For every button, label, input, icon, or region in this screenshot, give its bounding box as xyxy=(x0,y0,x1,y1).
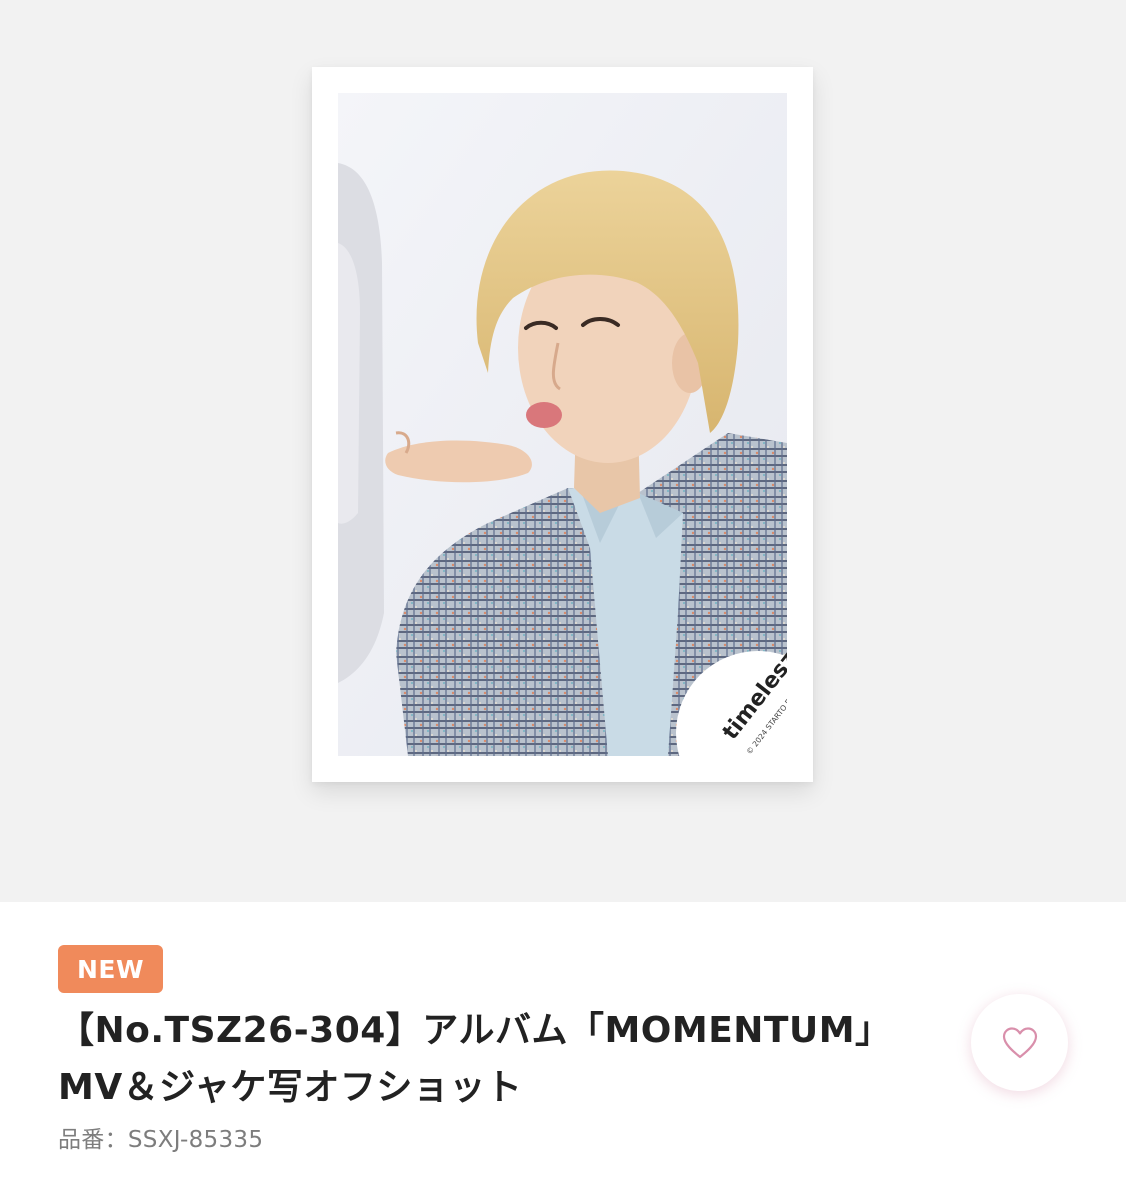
product-code-label: 品番： xyxy=(58,1127,128,1153)
product-title: 【No.TSZ26-304】アルバム「MOMENTUM」MV＆ジャケ写オフショッ… xyxy=(58,1010,892,1108)
product-code-value: SSXJ-85335 xyxy=(127,1127,264,1153)
favorite-button[interactable] xyxy=(971,994,1068,1091)
photo-print-card: timelesz © 2024 STARTO ENTs Inc. xyxy=(312,67,813,782)
product-photo[interactable]: timelesz © 2024 STARTO ENTs Inc. xyxy=(338,93,787,756)
product-info-panel: NEW 【No.TSZ26-304】アルバム「MOMENTUM」MV＆ジャケ写オ… xyxy=(0,902,1126,1200)
new-badge: NEW xyxy=(58,945,163,993)
heart-outline-icon xyxy=(1002,1026,1037,1058)
product-image-gallery[interactable]: timelesz © 2024 STARTO ENTs Inc. xyxy=(0,0,1126,902)
product-code: 品番：SSXJ-85335 xyxy=(58,1120,263,1154)
